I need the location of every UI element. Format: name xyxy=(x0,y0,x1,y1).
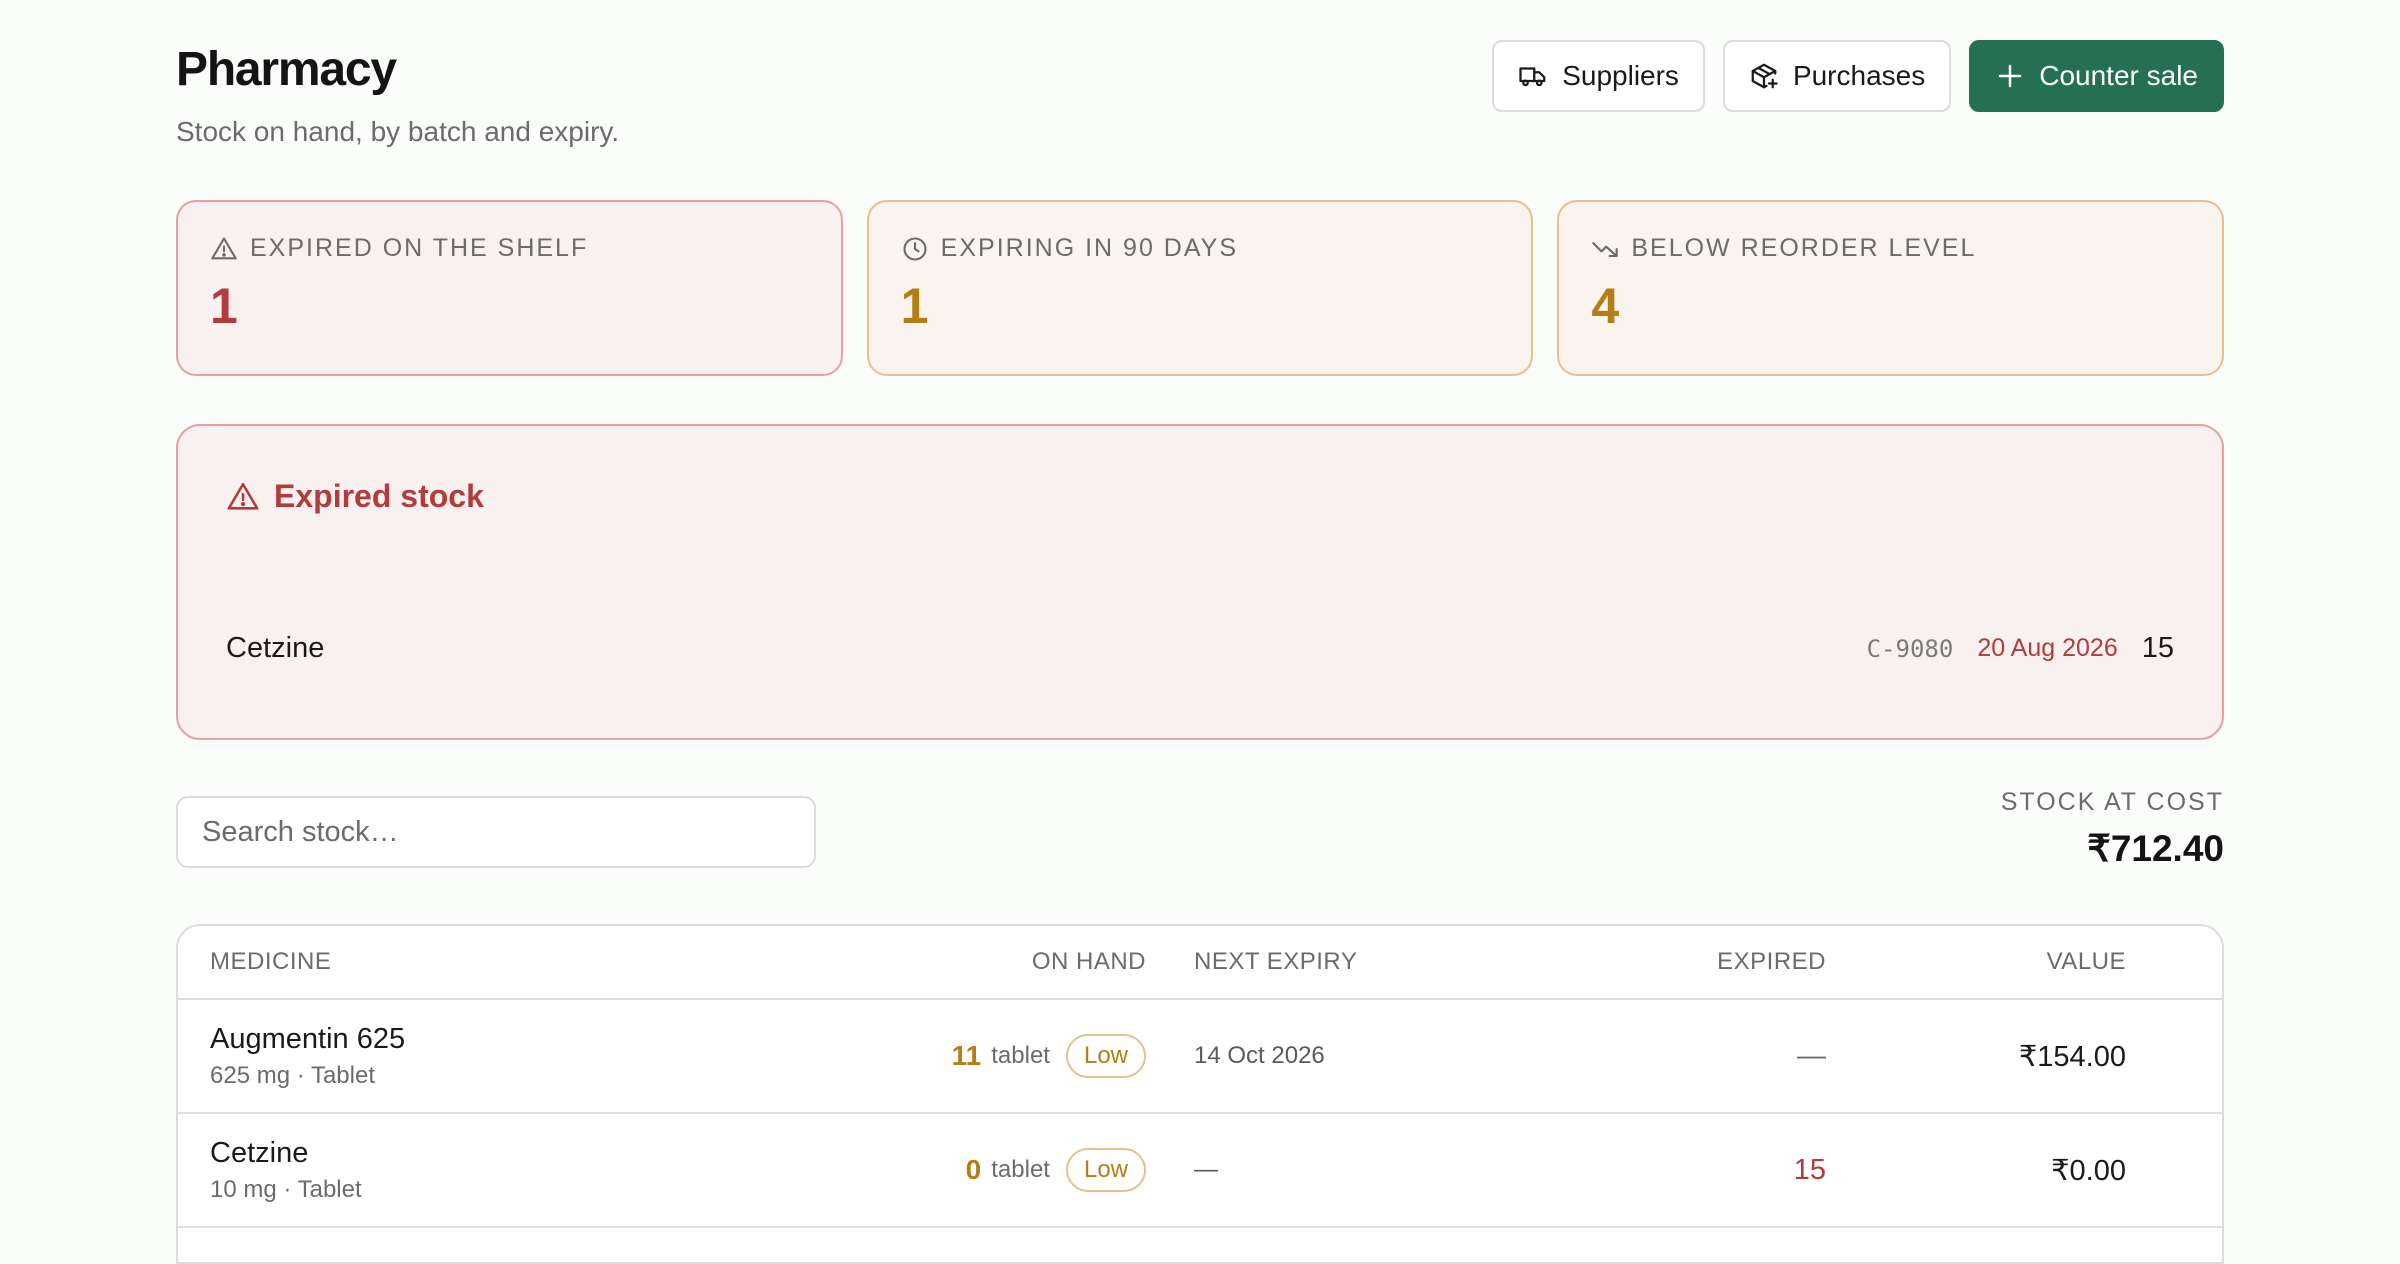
on-hand-unit: tablet xyxy=(991,1042,1050,1069)
column-header-expired[interactable]: EXPIRED xyxy=(1566,948,1826,976)
plus-icon xyxy=(1998,64,2022,88)
table-row[interactable]: Cetzine 10 mg · Tablet 0 tablet Low — 15… xyxy=(178,1114,2222,1228)
stock-value: ₹0.00 xyxy=(2051,1154,2126,1187)
stock-at-cost-value: ₹712.40 xyxy=(2087,828,2224,869)
stat-value: 1 xyxy=(210,278,238,334)
package-plus-icon xyxy=(1751,63,1778,89)
expired-item-name: Cetzine xyxy=(226,632,325,664)
search-input[interactable] xyxy=(176,796,816,868)
column-header-next-expiry[interactable]: NEXT EXPIRY xyxy=(1146,948,1566,976)
on-hand-qty: 0 xyxy=(965,1154,982,1185)
table-header: MEDICINE ON HAND NEXT EXPIRY EXPIRED VAL… xyxy=(178,926,2222,1000)
status-badge: Low xyxy=(1065,1034,1146,1078)
stat-label: EXPIRING IN 90 DAYS xyxy=(940,234,1239,262)
column-header-value[interactable]: VALUE xyxy=(1826,948,2158,976)
counter-sale-label: Counter sale xyxy=(2039,60,2198,91)
expired-item[interactable]: Cetzine C-9080 20 Aug 2026 15 xyxy=(226,632,2174,665)
stock-at-cost-label: STOCK AT COST xyxy=(2000,788,2224,816)
expired-item-date: 20 Aug 2026 xyxy=(1977,634,2118,662)
column-header-on-hand[interactable]: ON HAND xyxy=(778,948,1146,976)
suppliers-label: Suppliers xyxy=(1562,60,1679,91)
on-hand-unit: tablet xyxy=(991,1156,1050,1183)
purchases-button[interactable]: Purchases xyxy=(1722,40,1952,112)
counter-sale-button[interactable]: Counter sale xyxy=(1969,40,2224,112)
purchases-label: Purchases xyxy=(1792,60,1926,91)
expired-stock-title: Expired stock xyxy=(274,478,484,514)
table-row[interactable]: Augmentin 625 625 mg · Tablet 11 tablet … xyxy=(178,1000,2222,1114)
status-badge: Low xyxy=(1065,1148,1146,1192)
stat-card-expired: EXPIRED ON THE SHELF 1 xyxy=(176,200,843,376)
expired-stock-panel: Expired stock Cetzine C-9080 20 Aug 2026… xyxy=(176,424,2224,740)
stat-label: EXPIRED ON THE SHELF xyxy=(250,234,589,262)
stock-at-cost: STOCK AT COST ₹712.40 xyxy=(2001,788,2224,870)
alert-triangle-icon xyxy=(227,482,259,510)
stat-label: BELOW REORDER LEVEL xyxy=(1631,234,1977,262)
next-expiry: — xyxy=(1194,1156,1218,1183)
stat-value: 4 xyxy=(1591,278,1620,334)
medicine-detail: 10 mg · Tablet xyxy=(210,1175,362,1203)
stock-value: ₹154.00 xyxy=(2018,1040,2126,1073)
truck-icon xyxy=(1519,67,1546,87)
medicine-detail: 625 mg · Tablet xyxy=(210,1061,375,1089)
page-title: Pharmacy xyxy=(176,43,397,96)
on-hand-qty: 11 xyxy=(951,1040,982,1071)
next-expiry: 14 Oct 2026 xyxy=(1194,1042,1325,1069)
stat-card-reorder: BELOW REORDER LEVEL 4 xyxy=(1557,200,2225,376)
expired-qty: 15 xyxy=(1793,1153,1826,1186)
medicine-name: Augmentin 625 xyxy=(210,1022,406,1055)
medicine-name: Cetzine xyxy=(210,1136,309,1169)
clock-icon xyxy=(903,236,927,261)
header-actions: Suppliers Purchases Counter sale xyxy=(1492,40,2224,112)
suppliers-button[interactable]: Suppliers xyxy=(1492,40,1705,112)
expired-item-batch: C-9080 xyxy=(1866,634,1954,663)
stat-card-expiring: EXPIRING IN 90 DAYS 1 xyxy=(866,200,1534,376)
trending-down-icon xyxy=(1592,241,1619,257)
stat-cards: EXPIRED ON THE SHELF 1 EXPIRING IN 90 DA… xyxy=(176,200,2225,376)
stat-value: 1 xyxy=(900,278,929,334)
column-header-medicine[interactable]: MEDICINE xyxy=(178,948,778,976)
expired-item-qty: 15 xyxy=(2141,632,2174,664)
expired-qty: — xyxy=(1797,1039,1826,1072)
page-subtitle: Stock on hand, by batch and expiry. xyxy=(176,116,620,147)
stock-table: MEDICINE ON HAND NEXT EXPIRY EXPIRED VAL… xyxy=(176,924,2224,1264)
alert-triangle-icon xyxy=(211,236,237,259)
